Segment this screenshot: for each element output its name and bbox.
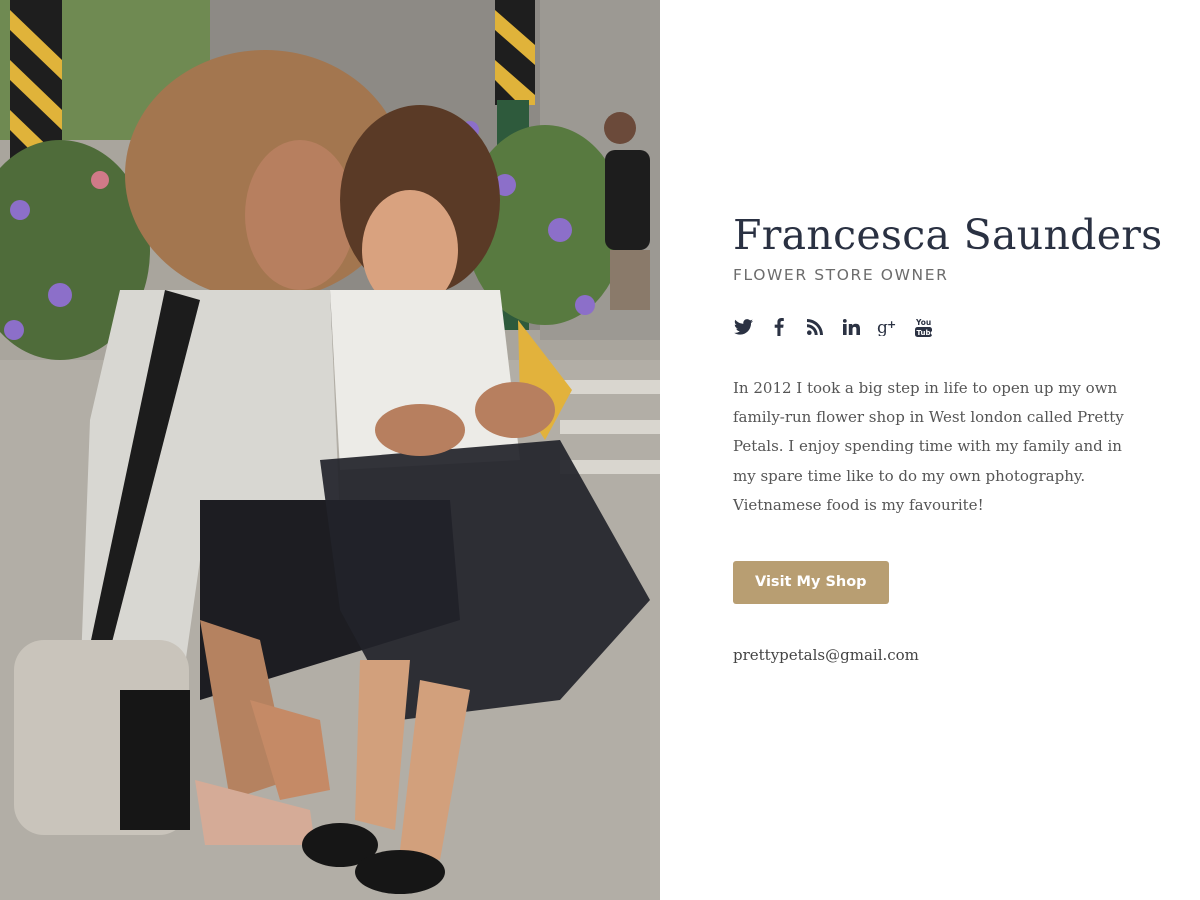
facebook-icon[interactable] [769, 317, 789, 337]
svg-text:+: + [887, 318, 896, 331]
profile-photo [0, 0, 660, 900]
email-link[interactable]: prettypetals@gmail.com [733, 646, 1143, 664]
profile-name: Francesca Saunders [733, 211, 1163, 259]
youtube-icon[interactable]: You Tube [913, 317, 933, 337]
photo-illustration [0, 0, 660, 900]
svg-text:Tube: Tube [916, 329, 932, 337]
rss-icon[interactable] [805, 317, 825, 337]
twitter-icon[interactable] [733, 317, 753, 337]
visit-shop-button[interactable]: Visit My Shop [733, 561, 889, 605]
profile-bio: In 2012 I took a big step in life to ope… [733, 379, 1124, 514]
linkedin-icon[interactable] [841, 317, 861, 337]
svg-text:You: You [915, 318, 931, 327]
social-links: g+ You Tube [733, 316, 1143, 338]
profile-panel: Francesca Saunders FLOWER STORE OWNER g +… [733, 210, 1163, 664]
google-plus-icon[interactable]: g + [877, 317, 897, 337]
profile-role: FLOWER STORE OWNER [733, 266, 949, 284]
